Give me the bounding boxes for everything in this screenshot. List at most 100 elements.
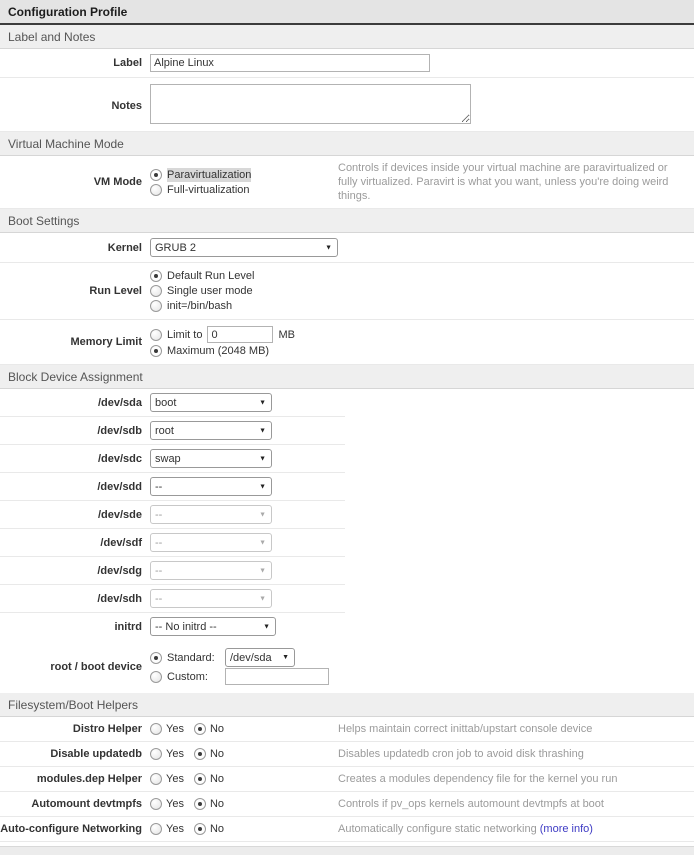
radio-full-virtualization[interactable] [150, 184, 162, 196]
vm-mode-help-text: Controls if devices inside your virtual … [338, 161, 694, 203]
root-device-option-custom[interactable]: Custom: [150, 668, 480, 685]
radio-limit-to[interactable] [150, 329, 162, 341]
memory-limit-label: Memory Limit [0, 336, 150, 348]
radio-auto-configure-networking-yes[interactable] [150, 823, 162, 835]
helper-label: Auto-configure Networking [0, 823, 150, 835]
vm-mode-label: VM Mode [0, 176, 150, 188]
radio-single-user-mode[interactable] [150, 285, 162, 297]
helper-help-text: Disables updatedb cron job to avoid disk… [338, 747, 694, 761]
radio-standard[interactable] [150, 652, 162, 664]
helper-row-networking: Auto-configure Networking Yes No Automat… [0, 817, 694, 842]
radio-modules-dep-yes[interactable] [150, 773, 162, 785]
block-device-list: /dev/sda boot /dev/sdb root /dev/sdc swa… [0, 389, 694, 640]
radio-custom[interactable] [150, 671, 162, 683]
device-label: /dev/sda [0, 397, 150, 409]
device-select-sde[interactable]: -- [150, 505, 272, 524]
radio-automount-devtmpfs-yes[interactable] [150, 798, 162, 810]
root-device-option-standard[interactable]: Standard: /dev/sda [150, 648, 480, 667]
vm-mode-row: VM Mode Paravirtualization Full-virtuali… [0, 156, 694, 209]
section-filesystem-boot-helpers: Filesystem/Boot Helpers [0, 693, 694, 717]
radio-disable-updatedb-no[interactable] [194, 748, 206, 760]
radio-automount-devtmpfs-no[interactable] [194, 798, 206, 810]
device-label: /dev/sdg [0, 565, 150, 577]
maximum-label: Maximum (2048 MB) [167, 344, 269, 358]
no-label: No [210, 823, 224, 835]
device-row-sdh: /dev/sdh -- [0, 585, 345, 613]
device-select-sdf[interactable]: -- [150, 533, 272, 552]
helper-row-updatedb: Disable updatedb Yes No Disables updated… [0, 742, 694, 767]
radio-disable-updatedb-yes[interactable] [150, 748, 162, 760]
run-level-option-default[interactable]: Default Run Level [150, 269, 480, 283]
helper-label: Disable updatedb [0, 748, 150, 760]
radio-default-run-level[interactable] [150, 270, 162, 282]
radio-auto-configure-networking-no[interactable] [194, 823, 206, 835]
notes-field-label: Notes [0, 100, 150, 112]
helper-row-devtmpfs: Automount devtmpfs Yes No Controls if pv… [0, 792, 694, 817]
radio-init-bin-bash[interactable] [150, 300, 162, 312]
standard-label: Standard: [167, 651, 225, 665]
helper-help-text: Controls if pv_ops kernels automount dev… [338, 797, 694, 811]
no-label: No [210, 773, 224, 785]
standard-device-select[interactable]: /dev/sda [225, 648, 295, 667]
device-select-sda[interactable]: boot [150, 393, 272, 412]
initrd-select[interactable]: -- No initrd -- [150, 617, 276, 636]
label-input[interactable] [150, 54, 430, 72]
yes-label: Yes [166, 748, 184, 760]
footer-strip [0, 846, 694, 855]
device-label: /dev/sde [0, 509, 150, 521]
device-label: initrd [0, 621, 150, 633]
no-label: No [210, 723, 224, 735]
device-label: /dev/sdd [0, 481, 150, 493]
vm-mode-option-paravirtualization[interactable]: Paravirtualization [150, 168, 338, 182]
section-virtual-machine-mode: Virtual Machine Mode [0, 132, 694, 156]
run-level-option-init-bash[interactable]: init=/bin/bash [150, 299, 480, 313]
run-level-option-label: init=/bin/bash [167, 299, 232, 313]
helper-help-text: Helps maintain correct inittab/upstart c… [338, 722, 694, 736]
device-row-initrd: initrd -- No initrd -- [0, 613, 345, 640]
vm-mode-option-label: Paravirtualization [167, 168, 251, 182]
custom-label: Custom: [167, 670, 225, 684]
vm-mode-option-full-virtualization[interactable]: Full-virtualization [150, 183, 338, 197]
helper-row-modules-dep: modules.dep Helper Yes No Creates a modu… [0, 767, 694, 792]
helper-label: modules.dep Helper [0, 773, 150, 785]
run-level-label: Run Level [0, 285, 150, 297]
memory-limit-option-maximum[interactable]: Maximum (2048 MB) [150, 344, 480, 358]
radio-distro-helper-no[interactable] [194, 723, 206, 735]
no-label: No [210, 798, 224, 810]
device-select-sdb[interactable]: root [150, 421, 272, 440]
device-select-sdd[interactable]: -- [150, 477, 272, 496]
device-row-sde: /dev/sde -- [0, 501, 345, 529]
yes-label: Yes [166, 773, 184, 785]
device-select-sdc[interactable]: swap [150, 449, 272, 468]
device-row-sdg: /dev/sdg -- [0, 557, 345, 585]
radio-modules-dep-no[interactable] [194, 773, 206, 785]
helper-label: Automount devtmpfs [0, 798, 150, 810]
radio-maximum[interactable] [150, 345, 162, 357]
vm-mode-option-label: Full-virtualization [167, 183, 250, 197]
section-block-device-assignment: Block Device Assignment [0, 365, 694, 389]
helper-help-text: Automatically configure static networkin… [338, 822, 694, 836]
device-select-sdg[interactable]: -- [150, 561, 272, 580]
memory-limit-option-limit[interactable]: Limit to MB [150, 326, 480, 343]
device-label: /dev/sdf [0, 537, 150, 549]
radio-distro-helper-yes[interactable] [150, 723, 162, 735]
custom-device-input[interactable] [225, 668, 329, 685]
label-row: Label [0, 49, 694, 78]
memory-limit-row: Memory Limit Limit to MB Maximum (2048 M… [0, 320, 694, 365]
device-row-sdd: /dev/sdd -- [0, 473, 345, 501]
more-info-link[interactable]: (more info) [540, 823, 593, 835]
device-row-sdf: /dev/sdf -- [0, 529, 345, 557]
device-label: /dev/sdh [0, 593, 150, 605]
device-label: /dev/sdc [0, 453, 150, 465]
run-level-option-single-user[interactable]: Single user mode [150, 284, 480, 298]
notes-textarea[interactable] [150, 84, 471, 124]
kernel-row: Kernel GRUB 2 [0, 233, 694, 263]
kernel-select[interactable]: GRUB 2 [150, 238, 338, 257]
device-select-sdh[interactable]: -- [150, 589, 272, 608]
memory-limit-input[interactable] [207, 326, 273, 343]
radio-paravirtualization[interactable] [150, 169, 162, 181]
memory-limit-unit: MB [278, 328, 295, 342]
limit-to-label: Limit to [167, 328, 202, 342]
helper-help-text-part: Automatically configure static networkin… [338, 823, 540, 835]
device-row-sda: /dev/sda boot [0, 389, 345, 417]
